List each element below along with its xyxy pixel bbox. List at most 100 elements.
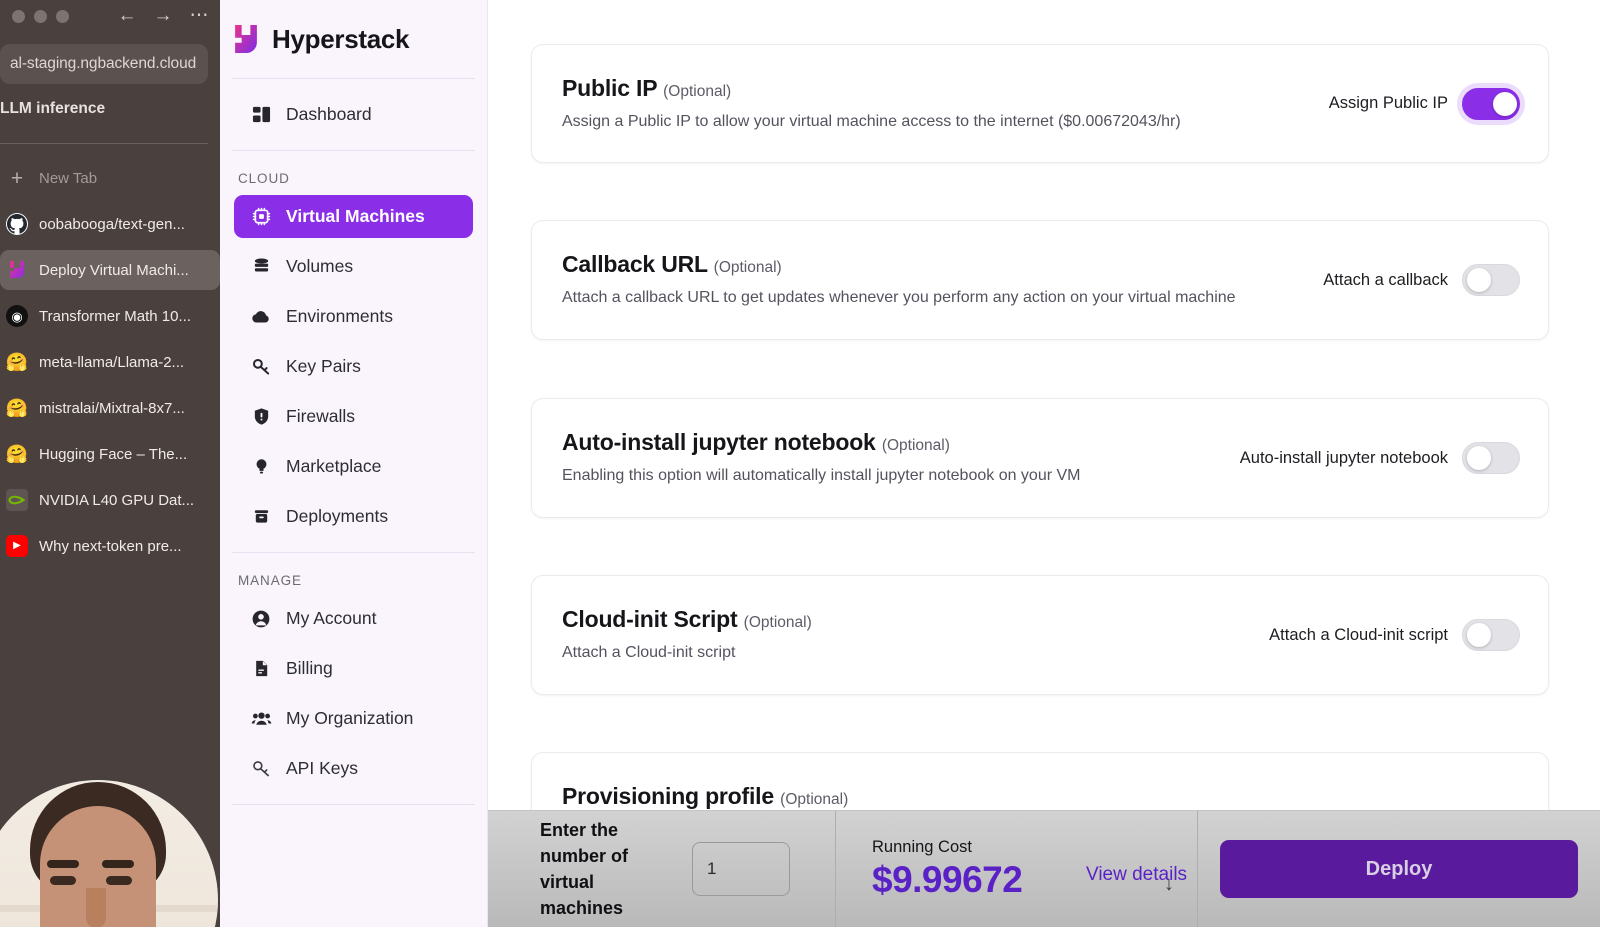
sidebar-item-label: Virtual Machines	[286, 206, 425, 226]
shield-icon	[250, 406, 272, 428]
toggle-label: Auto-install jupyter notebook	[1239, 448, 1448, 467]
optional-tag: (Optional)	[713, 259, 782, 276]
vm-count-value: 1	[707, 859, 717, 878]
sidebar-item-dashboard[interactable]: Dashboard	[234, 93, 473, 136]
document-icon	[250, 658, 272, 680]
people-icon	[250, 708, 272, 730]
huggingface-icon: 🤗	[5, 444, 29, 464]
vm-count-label: Enter the number of virtual machines	[540, 819, 628, 919]
vm-count-section: Enter the number of virtual machines 1	[488, 811, 836, 927]
sidebar-item-volumes[interactable]: Volumes	[234, 245, 473, 288]
optional-tag: (Optional)	[881, 437, 950, 454]
running-cost-value: $9.99672	[872, 858, 1023, 900]
sidebar-item-label: My Organization	[286, 708, 414, 728]
sidebar-item-my-account[interactable]: My Account	[234, 597, 473, 640]
sidebar-item-label: Dashboard	[286, 104, 372, 124]
tab-title: NVIDIA L40 GPU Dat...	[39, 491, 195, 509]
deploy-button[interactable]: Deploy	[1220, 840, 1578, 898]
dashboard-icon	[250, 104, 272, 126]
sidebar-item-key-pairs[interactable]: Key Pairs	[234, 345, 473, 388]
new-tab-button[interactable]: + New Tab	[0, 158, 220, 198]
optional-tag: (Optional)	[663, 83, 732, 100]
card-title: Provisioning profile (Optional)	[562, 783, 1520, 810]
more-options-icon[interactable]: ⋯	[188, 6, 210, 25]
card-cloud-init-script: Cloud-init Script (Optional) Attach a Cl…	[531, 575, 1549, 695]
tab-list: + New Tab oobabooga/text-gen... Deploy V…	[0, 158, 220, 572]
tab-title: mistralai/Mixtral-8x7...	[39, 399, 185, 417]
screen: ← → ⋯ al-staging.ngbackend.cloud LLM inf…	[0, 0, 1600, 927]
brand: Hyperstack	[220, 0, 487, 56]
tab-item[interactable]: ◉ Transformer Math 10...	[0, 296, 220, 336]
minimize-window-button[interactable]	[34, 10, 47, 23]
assign-public-ip-toggle[interactable]	[1462, 87, 1520, 120]
sidebar-item-label: Firewalls	[286, 406, 356, 426]
sidebar-divider	[232, 552, 475, 553]
maximize-window-button[interactable]	[56, 10, 69, 23]
sidebar-item-label: Marketplace	[286, 456, 382, 476]
toggle-label: Attach a callback	[1323, 270, 1448, 289]
card-title-text: Auto-install jupyter notebook	[562, 429, 876, 455]
attach-callback-toggle[interactable]	[1462, 264, 1520, 296]
tab-item[interactable]: 🤗 meta-llama/Llama-2...	[0, 342, 220, 382]
tab-item[interactable]: 🤗 Hugging Face – The...	[0, 434, 220, 474]
tab-item[interactable]: ▶ Why next-token pre...	[0, 526, 220, 566]
sidebar-group-cloud: CLOUD	[238, 171, 290, 186]
card-public-ip: Public IP (Optional) Assign a Public IP …	[531, 44, 1549, 163]
sidebar-item-firewalls[interactable]: Firewalls	[234, 395, 473, 438]
sidebar-divider	[232, 804, 475, 805]
card-control: Auto-install jupyter notebook	[1240, 442, 1520, 474]
tab-title: Hugging Face – The...	[39, 445, 188, 463]
tab-title: Transformer Math 10...	[39, 307, 191, 325]
sidebar-item-billing[interactable]: Billing	[234, 647, 473, 690]
sidebar-item-deployments[interactable]: Deployments	[234, 495, 473, 538]
running-cost-label: Running Cost	[872, 837, 972, 856]
huggingface-icon: 🤗	[5, 398, 29, 418]
sidebar-divider	[232, 78, 475, 79]
chevron-down-icon[interactable]: ↓	[1164, 873, 1174, 896]
card-title-text: Provisioning profile	[562, 783, 774, 809]
forward-arrow-icon[interactable]: →	[152, 6, 174, 25]
github-icon	[6, 213, 28, 235]
tab-title: meta-llama/Llama-2...	[39, 353, 185, 371]
sidebar-item-label: My Account	[286, 608, 377, 628]
main-content: Public IP (Optional) Assign a Public IP …	[488, 0, 1600, 927]
address-bar[interactable]: al-staging.ngbackend.cloud	[0, 44, 208, 84]
sidebar-item-label: Billing	[286, 658, 333, 678]
tab-item[interactable]: NVIDIA L40 GPU Dat...	[0, 480, 220, 520]
window-controls[interactable]	[12, 10, 69, 23]
tab-group-label: LLM inference	[0, 100, 106, 117]
deploy-footer-bar: Enter the number of virtual machines 1 R…	[488, 810, 1600, 927]
bulb-icon	[250, 456, 272, 478]
app-sidebar: Hyperstack Dashboard CLOUD Virtual Machi…	[220, 0, 488, 927]
database-icon	[250, 256, 272, 278]
tab-item-active[interactable]: Deploy Virtual Machi...	[0, 250, 220, 290]
attach-cloud-init-toggle[interactable]	[1462, 619, 1520, 651]
sidebar-item-label: Key Pairs	[286, 356, 361, 376]
nvidia-icon	[6, 489, 28, 511]
vm-count-input[interactable]: 1	[692, 842, 790, 896]
hyperstack-logo-icon	[235, 25, 257, 53]
sidebar-item-my-organization[interactable]: My Organization	[234, 697, 473, 740]
auto-install-jupyter-toggle[interactable]	[1462, 442, 1520, 474]
sidebar-item-virtual-machines[interactable]: Virtual Machines	[234, 195, 473, 238]
sidebar-item-label: Deployments	[286, 506, 389, 526]
huggingface-icon: 🤗	[5, 352, 29, 372]
close-window-button[interactable]	[12, 10, 25, 23]
sidebar-item-label: Volumes	[286, 256, 354, 276]
tab-item[interactable]: oobabooga/text-gen...	[0, 204, 220, 244]
archive-icon	[250, 506, 272, 528]
sidebar-item-marketplace[interactable]: Marketplace	[234, 445, 473, 488]
browser-nav-buttons: ← → ⋯	[116, 6, 210, 25]
sidebar-item-label: API Keys	[286, 758, 358, 778]
back-arrow-icon[interactable]: ←	[116, 6, 138, 25]
toggle-label: Attach a Cloud-init script	[1269, 625, 1448, 644]
card-callback-url: Callback URL (Optional) Attach a callbac…	[531, 220, 1549, 340]
sidebar-item-environments[interactable]: Environments	[234, 295, 473, 338]
sidebar-item-api-keys[interactable]: API Keys	[234, 747, 473, 790]
tab-item[interactable]: 🤗 mistralai/Mixtral-8x7...	[0, 388, 220, 428]
new-tab-label: New Tab	[39, 169, 98, 187]
cloud-icon	[250, 306, 272, 328]
cpu-chip-icon	[250, 206, 272, 228]
card-control: Attach a Cloud-init script	[1269, 619, 1520, 651]
hyperstack-icon	[6, 259, 28, 281]
